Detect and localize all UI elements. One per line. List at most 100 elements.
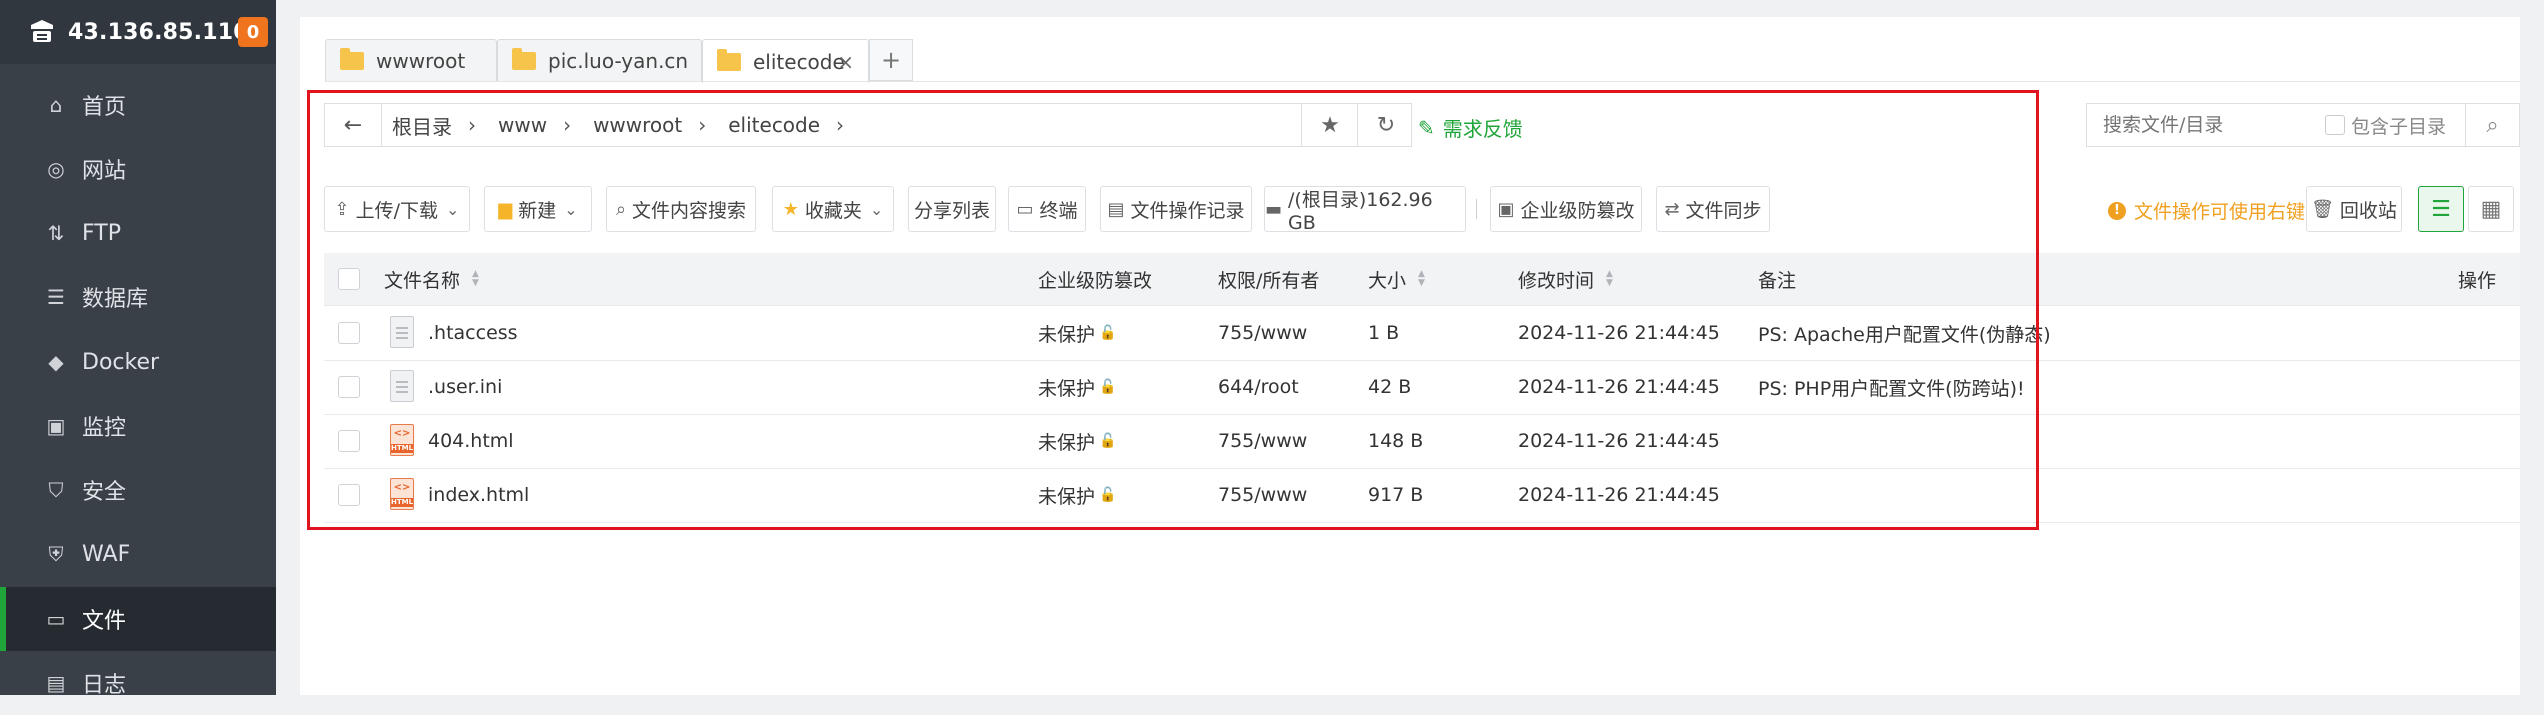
upload-label: 上传/下载: [355, 199, 439, 222]
tab-pic-luo-yan[interactable]: pic.luo-yan.cn: [497, 39, 702, 81]
header-tamper: 企业级防篡改: [1038, 253, 1152, 305]
chevron-down-icon: ⌄: [564, 199, 578, 219]
terminal-button[interactable]: ▭ 终端: [1008, 186, 1086, 232]
file-permission[interactable]: 644/root: [1218, 360, 1299, 414]
recycle-label: 回收站: [2339, 199, 2397, 222]
tamper-proof-button[interactable]: ▣ 企业级防篡改: [1490, 186, 1642, 232]
tab-wwwroot[interactable]: wwwroot: [325, 39, 497, 81]
shield-icon: ⛉: [48, 478, 64, 502]
share-list-button[interactable]: 分享列表: [908, 186, 996, 232]
list-view-button[interactable]: ☰: [2418, 186, 2464, 232]
tab-label: elitecode: [753, 49, 845, 74]
sidebar-item-label: 首页: [82, 95, 127, 120]
header-remark-label: 备注: [1758, 269, 1797, 292]
crumb-www[interactable]: www: [498, 113, 547, 137]
tamper-status-label: 未保护: [1038, 485, 1096, 508]
unlock-icon: 🔓: [1099, 379, 1117, 395]
file-name[interactable]: index.html: [428, 468, 529, 522]
database-icon: ☰: [47, 285, 65, 309]
globe-icon: ◎: [47, 157, 65, 181]
breadcrumb: 根目录 › www › wwwroot › elitecode ›: [382, 111, 1411, 140]
file-permission[interactable]: 755/www: [1218, 468, 1307, 522]
crumb-wwwroot[interactable]: wwwroot: [593, 113, 682, 137]
sidebar-item-label: WAF: [82, 541, 131, 567]
file-name[interactable]: .htaccess: [428, 306, 518, 360]
sidebar-item-waf[interactable]: ⛨ WAF: [0, 522, 276, 586]
notification-badge[interactable]: 0: [238, 17, 268, 47]
search-input[interactable]: [2101, 113, 2305, 137]
chevron-right-icon: ›: [836, 113, 845, 137]
feedback-link[interactable]: ✎ 需求反馈: [1418, 113, 1523, 142]
file-permission[interactable]: 755/www: [1218, 414, 1307, 468]
arrow-left-icon: ←: [343, 112, 363, 138]
tamper-status[interactable]: 未保护 🔓: [1038, 414, 1116, 468]
right-click-tip: ! 文件操作可使用右键: [2108, 197, 2305, 224]
trash-icon: 🗑: [2311, 198, 2334, 220]
file-remark: PS: Apache用户配置文件(伪静态): [1758, 323, 2051, 346]
search-box: 包含子目录: [2086, 103, 2466, 147]
table-row[interactable]: HTML 404.html 未保护🔓 755/www 148 B 2024-11…: [324, 414, 2520, 469]
row-checkbox[interactable]: [338, 430, 360, 452]
sidebar-item-files[interactable]: ▭ 文件: [0, 587, 276, 651]
favorite-button[interactable]: ★: [1301, 104, 1358, 146]
select-all-checkbox[interactable]: [338, 268, 360, 290]
close-icon[interactable]: ×: [837, 50, 854, 74]
header-ops-label: 操作: [2458, 269, 2497, 292]
tamper-status-label: 未保护: [1038, 377, 1096, 400]
include-subdir-checkbox[interactable]: [2325, 115, 2345, 135]
upload-icon: ⇪: [334, 198, 350, 220]
operation-log-button[interactable]: ▤ 文件操作记录: [1100, 186, 1252, 232]
file-permission[interactable]: 755/www: [1218, 306, 1307, 360]
sidebar-item-website[interactable]: ◎ 网站: [0, 137, 276, 201]
waf-icon: ⛨: [48, 542, 64, 566]
feedback-label: 需求反馈: [1442, 117, 1523, 141]
tamper-status[interactable]: 未保护 🔓: [1038, 306, 1116, 360]
sidebar-item-home[interactable]: ⌂ 首页: [0, 73, 276, 137]
row-checkbox[interactable]: [338, 322, 360, 344]
table-row[interactable]: .user.ini 未保护 🔓 644/root 42 B 2024-11-26 …: [324, 360, 2520, 415]
sidebar-item-docker[interactable]: ◆ Docker: [0, 330, 276, 394]
sidebar-item-monitor[interactable]: ▣ 监控: [0, 394, 276, 458]
file-sync-button[interactable]: ⇄ 文件同步: [1656, 186, 1770, 232]
sidebar-item-database[interactable]: ☰ 数据库: [0, 265, 276, 329]
content-search-button[interactable]: ⌕ 文件内容搜索: [606, 186, 756, 232]
server-ip[interactable]: 43.136.85.110: [68, 20, 249, 45]
file-mtime: 2024-11-26 21:44:45: [1518, 322, 1720, 344]
header-size[interactable]: 大小 ▲ ▼: [1368, 253, 1425, 305]
tamper-status[interactable]: 未保护 🔓: [1038, 360, 1116, 414]
table-header: 文件名称 ▲ ▼ 企业级防篡改 权限/所有者 大小 ▲ ▼ 修改时间 ▲ ▼ 备注 操作: [324, 253, 2520, 306]
monitor-icon: ▣: [46, 414, 66, 438]
table-row[interactable]: HTML index.html 未保护🔓 755/www 917 B 2024-…: [324, 468, 2520, 523]
tamper-status[interactable]: 未保护 🔓: [1038, 468, 1116, 522]
sidebar-item-logs[interactable]: ▤ 日志: [0, 651, 276, 715]
docker-icon: ◆: [48, 350, 64, 374]
unlock-icon: 🔓: [1099, 433, 1117, 449]
file-name[interactable]: .user.ini: [428, 360, 502, 414]
disk-button[interactable]: ▬ /(根目录)162.96 GB: [1264, 186, 1466, 234]
add-tab-button[interactable]: +: [869, 39, 913, 81]
favorites-label: 收藏夹: [804, 199, 862, 222]
chevron-right-icon: ›: [468, 113, 476, 137]
table-row[interactable]: .htaccess 未保护 🔓 755/www 1 B 2024-11-26 21…: [324, 306, 2520, 361]
header-mtime[interactable]: 修改时间 ▲ ▼: [1518, 253, 1613, 305]
upload-download-button[interactable]: ⇪ 上传/下载 ⌄: [324, 186, 470, 232]
new-button[interactable]: ▆ 新建 ⌄: [484, 186, 592, 232]
recycle-bin-button[interactable]: 🗑 回收站: [2306, 186, 2402, 232]
back-button[interactable]: ←: [325, 104, 382, 146]
new-label: 新建: [518, 199, 557, 222]
tab-elitecode[interactable]: elitecode ×: [702, 39, 869, 83]
refresh-button[interactable]: ↻: [1357, 104, 1414, 146]
favorites-button[interactable]: ★ 收藏夹 ⌄: [772, 186, 894, 232]
sidebar-item-label: 日志: [82, 673, 127, 698]
header-name[interactable]: 文件名称 ▲ ▼: [384, 253, 479, 305]
crumb-root[interactable]: 根目录: [392, 111, 452, 140]
header-permission: 权限/所有者: [1218, 253, 1319, 305]
sidebar-item-security[interactable]: ⛉ 安全: [0, 458, 276, 522]
row-checkbox[interactable]: [338, 376, 360, 398]
file-name[interactable]: 404.html: [428, 414, 514, 468]
crumb-elitecode[interactable]: elitecode: [728, 113, 820, 137]
row-checkbox[interactable]: [338, 484, 360, 506]
search-button[interactable]: ⌕: [2466, 103, 2520, 147]
grid-view-button[interactable]: ▦: [2468, 186, 2514, 232]
sidebar-item-ftp[interactable]: ⇅ FTP: [0, 201, 276, 265]
